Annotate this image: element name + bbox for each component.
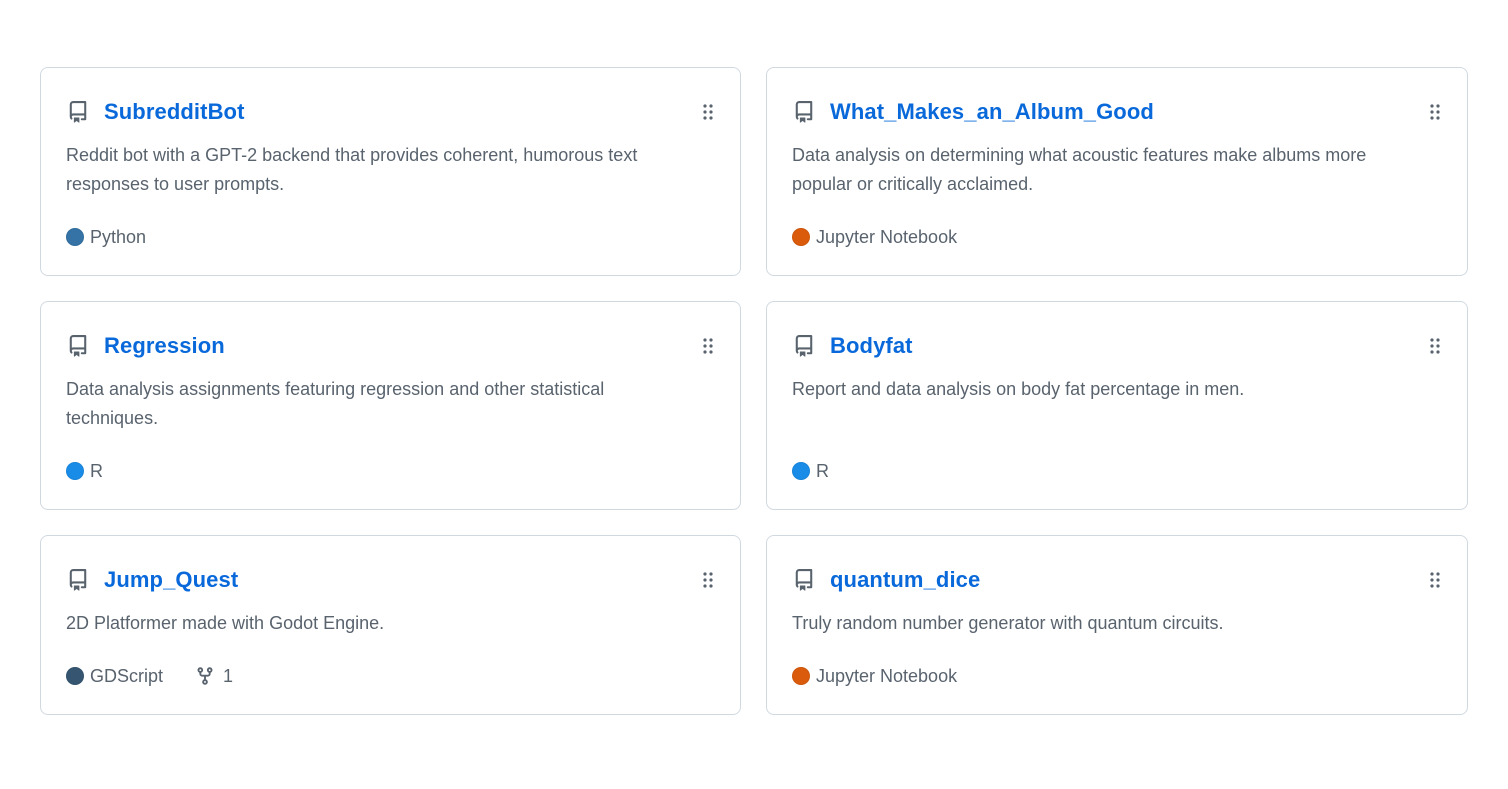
repo-description: Report and data analysis on body fat per… [792,379,1245,399]
repo-meta: GDScript 1 [66,664,233,688]
repo-language: Jupyter Notebook [816,665,958,686]
repo-description: Data analysis assignments featuring regr… [66,379,605,428]
repo-icon [66,334,90,358]
repo-language: R [816,460,829,481]
repo-card-header: SubredditBot [66,96,714,128]
repo-name-link[interactable]: Jump_Quest [104,567,238,593]
repo-description: 2D Platformer made with Godot Engine. [66,613,385,633]
repo-meta: Python [66,225,146,249]
repo-name-link[interactable]: quantum_dice [830,567,980,593]
grabber-icon[interactable] [702,571,714,589]
repo-name-link[interactable]: What_Makes_an_Album_Good [830,99,1154,125]
repo-card: Bodyfat Report and data analysis on body… [766,301,1468,510]
repo-card: Jump_Quest 2D Platformer made with Godot… [40,535,741,715]
repo-card-header: Regression [66,330,714,362]
forks-link[interactable]: 1 [195,664,233,688]
repo-name-link[interactable]: Regression [104,333,225,359]
grabber-icon[interactable] [702,337,714,355]
repo-meta: Jupyter Notebook [792,225,957,249]
language-color-dot [792,228,810,246]
grabber-icon[interactable] [1429,571,1441,589]
language-color-dot [792,667,810,685]
repo-card-header: Bodyfat [792,330,1441,362]
repo-card-header: quantum_dice [792,564,1441,596]
grabber-icon[interactable] [1429,103,1441,121]
repo-icon [792,100,816,124]
repo-description: Reddit bot with a GPT-2 backend that pro… [66,145,638,194]
language-color-dot [66,462,84,480]
repo-icon [66,100,90,124]
repo-icon [792,568,816,592]
pinned-repos-grid: SubredditBot Reddit bot with a GPT-2 bac… [40,67,1468,715]
language-color-dot [66,228,84,246]
repo-meta: Jupyter Notebook [792,664,957,688]
repo-card-header: Jump_Quest [66,564,714,596]
fork-icon [197,667,213,685]
grabber-icon[interactable] [702,103,714,121]
repo-icon [792,334,816,358]
repo-description: Data analysis on determining what acoust… [792,145,1367,194]
repo-card: SubredditBot Reddit bot with a GPT-2 bac… [40,67,741,276]
repo-description: Truly random number generator with quant… [792,613,1224,633]
repo-card-header: What_Makes_an_Album_Good [792,96,1441,128]
repo-card: quantum_dice Truly random number generat… [766,535,1468,715]
repo-language: GDScript [90,665,164,686]
repo-card: Regression Data analysis assignments fea… [40,301,741,510]
grabber-icon[interactable] [1429,337,1441,355]
repo-language: Jupyter Notebook [816,226,958,247]
repo-language: Python [90,226,147,247]
repo-card: What_Makes_an_Album_Good Data analysis o… [766,67,1468,276]
repo-meta: R [792,459,829,483]
repo-language: R [90,460,103,481]
repo-meta: R [66,459,103,483]
language-color-dot [66,667,84,685]
repo-name-link[interactable]: SubredditBot [104,99,245,125]
fork-count: 1 [223,665,234,686]
language-color-dot [792,462,810,480]
repo-icon [66,568,90,592]
repo-name-link[interactable]: Bodyfat [830,333,913,359]
